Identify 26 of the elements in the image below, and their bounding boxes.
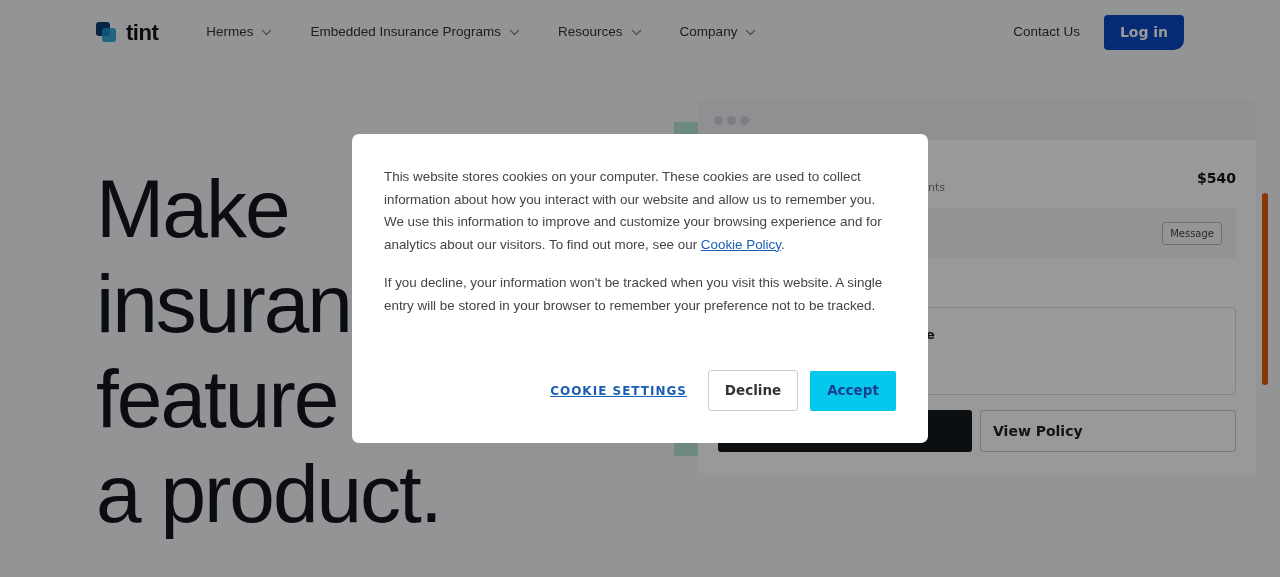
contact-link[interactable]: Contact Us bbox=[1013, 21, 1080, 43]
accept-button[interactable]: Accept bbox=[810, 370, 896, 411]
nav-menu[interactable]: Resources bbox=[558, 21, 642, 43]
hero-heading-line: Make bbox=[96, 162, 289, 256]
logo-icon bbox=[96, 21, 118, 43]
message-button[interactable]: Message bbox=[1162, 221, 1222, 245]
cookie-settings-link[interactable]: COOKIE SETTINGS bbox=[550, 381, 687, 400]
amount-text: $540 bbox=[1197, 169, 1236, 188]
decline-notice-text: If you decline, your information won't be tracked when you visit this website. A single entry will be stored in your browser to remember your preference not to be tracked. bbox=[384, 274, 884, 315]
hero-heading-line: insuran bbox=[96, 257, 351, 351]
chevron-down-icon bbox=[630, 28, 642, 36]
nav-menu[interactable]: Hermes bbox=[206, 21, 273, 43]
hero-heading-line: a product. bbox=[96, 447, 441, 541]
subtitle-text: nts bbox=[928, 180, 945, 196]
nav-menu[interactable]: Embedded Insurance Programs bbox=[310, 21, 521, 43]
cookie-notice-text: This website stores cookies on your computer. These cookies are used to collect information about how you interact with our website and allow us to remember you. We use this information to improve and customize your browsing experience and for analytics about our visitors. To find out more, see our Cookie Policy. bbox=[384, 168, 883, 254]
view-policy-button[interactable]: View Policy bbox=[980, 410, 1236, 452]
login-button[interactable]: Log in bbox=[1104, 14, 1184, 50]
nav-menu[interactable]: Company bbox=[679, 21, 757, 43]
decline-button[interactable]: Decline bbox=[708, 370, 798, 411]
hero-heading-line: feature bbox=[96, 352, 338, 446]
chevron-down-icon bbox=[509, 28, 521, 36]
chevron-down-icon bbox=[745, 28, 757, 36]
cookie-policy-link[interactable]: Cookie Policy bbox=[700, 236, 781, 252]
chevron-down-icon bbox=[261, 28, 273, 36]
logo-text[interactable]: tint bbox=[126, 15, 159, 49]
